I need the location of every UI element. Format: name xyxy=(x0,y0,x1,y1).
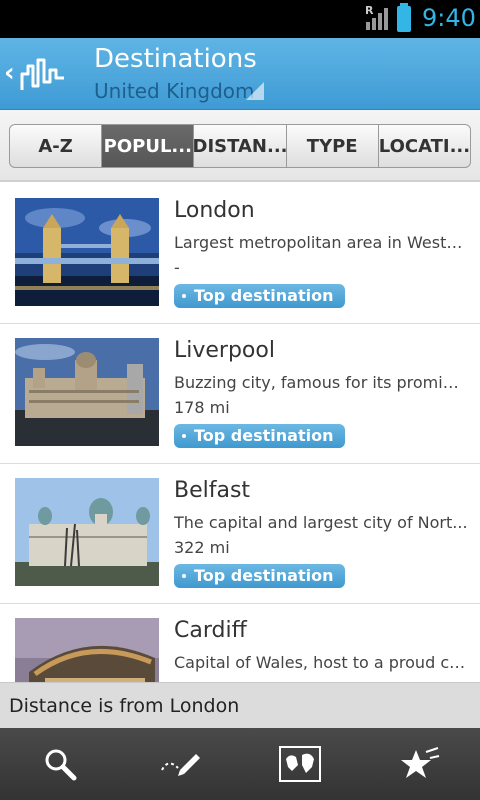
sort-tabs: A-Z POPUL... DISTAN... TYPE LOCATI... xyxy=(9,124,471,168)
destination-name: Cardiff xyxy=(174,618,247,643)
top-destination-badge: Top destination xyxy=(174,564,346,588)
nav-favorites-button[interactable] xyxy=(360,728,480,800)
destination-description: Buzzing city, famous for its promin... xyxy=(174,373,468,392)
destination-description: The capital and largest city of Nort... xyxy=(174,513,468,532)
destination-distance: 178 mi xyxy=(174,398,230,417)
tab-a-z[interactable]: A-Z xyxy=(10,125,103,167)
page-title: Destinations xyxy=(94,44,257,74)
tab-type[interactable]: TYPE xyxy=(287,125,379,167)
app-header: ‹ Destinations United Kingdom xyxy=(0,38,480,110)
destination-name: Belfast xyxy=(174,478,251,503)
back-chevron-icon[interactable]: ‹ xyxy=(4,58,15,88)
status-bar: R 9:40 xyxy=(0,0,480,38)
tab-popularity[interactable]: POPUL... xyxy=(102,125,195,167)
clock: 9:40 xyxy=(422,4,476,32)
bottom-navigation xyxy=(0,728,480,800)
destination-distance: - xyxy=(174,258,180,277)
search-icon xyxy=(45,749,77,781)
nav-map-button[interactable] xyxy=(240,728,360,800)
app-logo-icon[interactable] xyxy=(18,52,70,96)
battery-icon xyxy=(397,3,411,32)
destination-name: London xyxy=(174,198,255,223)
list-item[interactable]: Belfast The capital and largest city of … xyxy=(0,464,480,604)
favorites-star-icon xyxy=(401,747,440,778)
list-item[interactable]: London Largest metropolitan area in West… xyxy=(0,184,480,324)
list-item[interactable]: Cardiff Capital of Wales, host to a prou… xyxy=(0,604,480,682)
destination-thumbnail xyxy=(15,198,159,306)
edit-icon xyxy=(161,754,200,776)
destination-list[interactable]: London Largest metropolitan area in West… xyxy=(0,184,480,682)
top-destination-badge: Top destination xyxy=(174,424,346,448)
destination-thumbnail xyxy=(15,618,159,682)
destination-distance: 322 mi xyxy=(174,538,230,557)
destination-name: Liverpool xyxy=(174,338,275,363)
tab-distance[interactable]: DISTAN... xyxy=(194,125,287,167)
destination-thumbnail xyxy=(15,338,159,446)
distance-note: Distance is from London xyxy=(0,682,480,728)
nav-edit-button[interactable] xyxy=(120,728,240,800)
dropdown-triangle-icon[interactable] xyxy=(246,82,264,100)
destination-thumbnail xyxy=(15,478,159,586)
destination-description: Largest metropolitan area in Weste... xyxy=(174,233,468,252)
signal-icon xyxy=(366,8,388,30)
sort-tabbar: A-Z POPUL... DISTAN... TYPE LOCATI... xyxy=(0,110,480,182)
tab-location[interactable]: LOCATI... xyxy=(379,125,470,167)
nav-search-button[interactable] xyxy=(0,728,120,800)
map-icon xyxy=(279,746,321,782)
top-destination-badge: Top destination xyxy=(174,284,346,308)
destination-description: Capital of Wales, host to a proud co... xyxy=(174,653,468,672)
list-item[interactable]: Liverpool Buzzing city, famous for its p… xyxy=(0,324,480,464)
country-selector[interactable]: United Kingdom xyxy=(94,79,255,103)
